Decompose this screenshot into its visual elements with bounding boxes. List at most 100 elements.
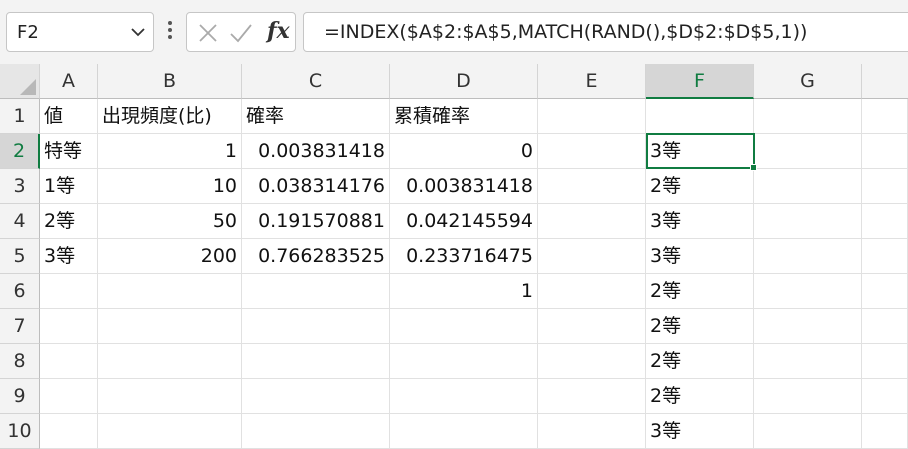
cell-b9[interactable] — [98, 379, 242, 414]
cell-d8[interactable] — [390, 344, 538, 379]
row-header-8[interactable]: 8 — [0, 344, 40, 379]
formula-input[interactable]: =INDEX($A$2:$A$5,MATCH(RAND(),$D$2:$D$5,… — [303, 12, 908, 52]
cell-b7[interactable] — [98, 309, 242, 344]
cell-h2[interactable] — [862, 134, 908, 169]
column-header-g[interactable]: G — [754, 64, 862, 99]
cell-e8[interactable] — [538, 344, 646, 379]
cell-c6[interactable] — [242, 274, 390, 309]
cell-d6[interactable]: 1 — [390, 274, 538, 309]
cell-h1[interactable] — [862, 99, 908, 134]
row-header-3[interactable]: 3 — [0, 169, 40, 204]
cell-b3[interactable]: 10 — [98, 169, 242, 204]
cell-f4[interactable]: 3等 — [646, 204, 754, 239]
cell-e9[interactable] — [538, 379, 646, 414]
cell-f1[interactable] — [646, 99, 754, 134]
cell-b6[interactable] — [98, 274, 242, 309]
fill-handle[interactable] — [750, 164, 757, 171]
cell-g7[interactable] — [754, 309, 862, 344]
cell-a10[interactable] — [40, 414, 98, 449]
row-header-9[interactable]: 9 — [0, 379, 40, 414]
cell-g10[interactable] — [754, 414, 862, 449]
cell-c9[interactable] — [242, 379, 390, 414]
column-header-f[interactable]: F — [646, 64, 754, 99]
cell-c4[interactable]: 0.191570881 — [242, 204, 390, 239]
cell-c5[interactable]: 0.766283525 — [242, 239, 390, 274]
more-options-icon[interactable] — [165, 18, 175, 46]
cell-a8[interactable] — [40, 344, 98, 379]
cell-f2[interactable]: 3等 — [646, 134, 754, 169]
select-all-button[interactable] — [0, 64, 40, 99]
column-header-b[interactable]: B — [98, 64, 242, 99]
cell-c7[interactable] — [242, 309, 390, 344]
confirm-icon[interactable] — [229, 22, 253, 44]
cell-a6[interactable] — [40, 274, 98, 309]
cell-f8[interactable]: 2等 — [646, 344, 754, 379]
cell-a4[interactable]: 2等 — [40, 204, 98, 239]
cell-f6[interactable]: 2等 — [646, 274, 754, 309]
insert-function-icon[interactable]: fx — [267, 18, 290, 44]
cell-f9[interactable]: 2等 — [646, 379, 754, 414]
cell-d3[interactable]: 0.003831418 — [390, 169, 538, 204]
cell-e1[interactable] — [538, 99, 646, 134]
cell-b4[interactable]: 50 — [98, 204, 242, 239]
cell-f5[interactable]: 3等 — [646, 239, 754, 274]
cancel-icon[interactable] — [197, 22, 219, 44]
cell-g9[interactable] — [754, 379, 862, 414]
cell-d2[interactable]: 0 — [390, 134, 538, 169]
cell-f7[interactable]: 2等 — [646, 309, 754, 344]
cell-b2[interactable]: 1 — [98, 134, 242, 169]
cell-h9[interactable] — [862, 379, 908, 414]
cell-h5[interactable] — [862, 239, 908, 274]
cell-d5[interactable]: 0.233716475 — [390, 239, 538, 274]
cell-g1[interactable] — [754, 99, 862, 134]
cell-b1[interactable]: 出現頻度(比) — [98, 99, 242, 134]
row-header-5[interactable]: 5 — [0, 239, 40, 274]
cell-h3[interactable] — [862, 169, 908, 204]
cell-c10[interactable] — [242, 414, 390, 449]
cell-c2[interactable]: 0.003831418 — [242, 134, 390, 169]
row-header-1[interactable]: 1 — [0, 99, 40, 134]
cell-c3[interactable]: 0.038314176 — [242, 169, 390, 204]
cell-e2[interactable] — [538, 134, 646, 169]
chevron-down-icon[interactable] — [131, 27, 145, 37]
cell-e3[interactable] — [538, 169, 646, 204]
cell-d4[interactable]: 0.042145594 — [390, 204, 538, 239]
cell-g3[interactable] — [754, 169, 862, 204]
name-box[interactable]: F2 — [6, 12, 154, 52]
cell-g4[interactable] — [754, 204, 862, 239]
cell-c8[interactable] — [242, 344, 390, 379]
column-header-c[interactable]: C — [242, 64, 390, 99]
cell-g5[interactable] — [754, 239, 862, 274]
cell-h4[interactable] — [862, 204, 908, 239]
cell-e6[interactable] — [538, 274, 646, 309]
cell-g6[interactable] — [754, 274, 862, 309]
cell-g2[interactable] — [754, 134, 862, 169]
cell-h8[interactable] — [862, 344, 908, 379]
cell-a5[interactable]: 3等 — [40, 239, 98, 274]
cell-f10[interactable]: 3等 — [646, 414, 754, 449]
cell-h7[interactable] — [862, 309, 908, 344]
cell-d10[interactable] — [390, 414, 538, 449]
cell-c1[interactable]: 確率 — [242, 99, 390, 134]
cell-e5[interactable] — [538, 239, 646, 274]
column-header-e[interactable]: E — [538, 64, 646, 99]
row-header-10[interactable]: 10 — [0, 414, 40, 449]
cell-h10[interactable] — [862, 414, 908, 449]
row-header-6[interactable]: 6 — [0, 274, 40, 309]
column-header-a[interactable]: A — [40, 64, 98, 99]
cell-h6[interactable] — [862, 274, 908, 309]
cell-d1[interactable]: 累積確率 — [390, 99, 538, 134]
cell-e10[interactable] — [538, 414, 646, 449]
cell-g8[interactable] — [754, 344, 862, 379]
cell-e7[interactable] — [538, 309, 646, 344]
cell-a2[interactable]: 特等 — [40, 134, 98, 169]
cell-a9[interactable] — [40, 379, 98, 414]
cell-b10[interactable] — [98, 414, 242, 449]
row-header-4[interactable]: 4 — [0, 204, 40, 239]
row-header-7[interactable]: 7 — [0, 309, 40, 344]
cell-a1[interactable]: 値 — [40, 99, 98, 134]
column-header-d[interactable]: D — [390, 64, 538, 99]
cell-a3[interactable]: 1等 — [40, 169, 98, 204]
row-header-2[interactable]: 2 — [0, 134, 40, 169]
cell-d7[interactable] — [390, 309, 538, 344]
